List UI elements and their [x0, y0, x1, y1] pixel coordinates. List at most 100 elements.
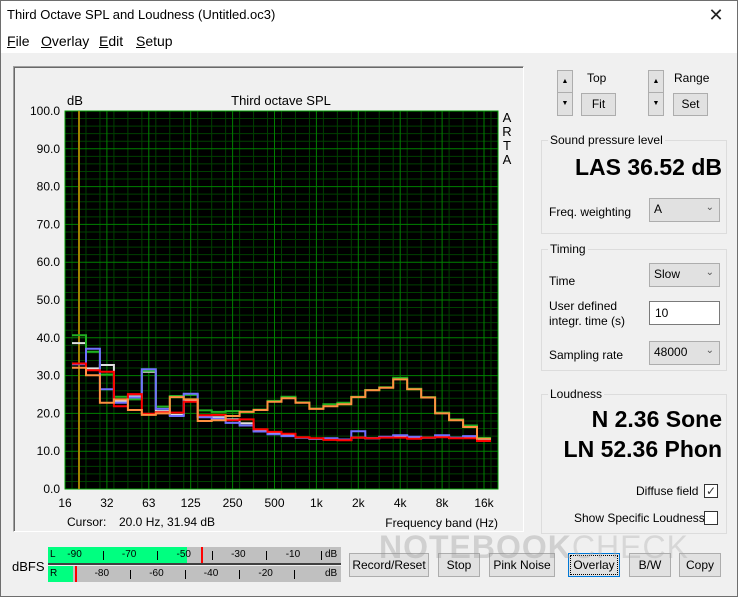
meter-peak-marker	[200, 547, 203, 563]
meter-left: L -90 -70 -50 -30 -10 dB	[48, 547, 341, 563]
timing-group-title: Timing	[548, 242, 588, 256]
meter-tick-label: -90	[67, 549, 82, 560]
record-reset-button[interactable]: Record/Reset	[349, 553, 429, 577]
arta-letter: T	[503, 138, 511, 153]
meter-tick-label: -20	[258, 568, 273, 579]
bw-button[interactable]: B/W	[629, 553, 671, 577]
time-value: Slow	[654, 267, 681, 281]
sampling-rate-value: 48000	[654, 345, 688, 359]
y-tick-label: 60.0	[37, 255, 61, 269]
top-label: Top	[587, 71, 607, 85]
range-down-icon[interactable]: ▼	[649, 93, 663, 115]
cursor-value: 20.0 Hz, 31.94 dB	[119, 515, 215, 529]
stop-button[interactable]: Stop	[438, 553, 480, 577]
time-select[interactable]: Slow ⌄	[649, 263, 720, 287]
show-specific-loudness-checkbox[interactable]	[704, 511, 718, 525]
y-tick-label: 80.0	[37, 180, 61, 194]
loudness-phon: LN 52.36 Phon	[563, 436, 722, 462]
cursor-label: Cursor:	[67, 515, 106, 529]
x-tick-label: 4k	[394, 496, 408, 510]
meter-tick	[266, 551, 268, 560]
meter-tick-label: -30	[231, 549, 246, 560]
x-tick-label: 2k	[352, 496, 366, 510]
chart-title: Third octave SPL	[231, 93, 331, 108]
meter-channel-label: L	[50, 549, 56, 560]
user-time-label-1: User defined	[549, 299, 618, 313]
x-axis-label: Frequency band (Hz)	[385, 516, 498, 530]
spl-group-title: Sound pressure level	[548, 133, 665, 147]
fit-button[interactable]: Fit	[581, 93, 616, 116]
x-tick-label: 250	[223, 496, 243, 510]
sampling-rate-select[interactable]: 48000 ⌄	[649, 341, 720, 365]
user-time-label-2: integr. time (s)	[549, 314, 626, 328]
meter-tick-label: -60	[149, 568, 164, 579]
chevron-down-icon: ⌄	[705, 345, 714, 356]
y-tick-label: 70.0	[37, 217, 61, 231]
y-tick-label: 90.0	[37, 142, 61, 156]
meter-unit-label: dB	[325, 568, 338, 579]
loudness-group-title: Loudness	[548, 387, 605, 401]
meter-divider	[48, 563, 341, 565]
top-down-icon[interactable]: ▼	[558, 93, 572, 115]
meter-tick	[184, 570, 186, 579]
meter-tick-label: -50	[176, 549, 191, 560]
meter-tick-label: -40	[203, 568, 219, 579]
meter-tick-label: -70	[121, 549, 137, 560]
x-tick-label: 16	[58, 496, 72, 510]
dbfs-label: dBFS	[12, 559, 45, 574]
meter-peak-marker	[75, 566, 78, 582]
x-tick-label: 125	[181, 496, 201, 510]
arta-letter: A	[503, 110, 512, 125]
freq-weighting-select[interactable]: A ⌄	[649, 198, 720, 222]
y-tick-label: 0.0	[43, 482, 60, 496]
meter-channel-label: R	[50, 568, 58, 579]
meter-tick	[293, 570, 295, 579]
meter-tick	[157, 551, 159, 560]
range-spinner[interactable]: ▲ ▼	[648, 70, 664, 116]
chevron-down-icon: ⌄	[705, 267, 714, 278]
time-label: Time	[549, 274, 576, 288]
show-specific-loudness-label: Show Specific Loudness	[574, 511, 705, 525]
spl-value: LAS 36.52 dB	[575, 154, 722, 180]
meter-tick-label: -10	[285, 549, 301, 560]
meter-tick	[211, 551, 213, 560]
x-tick-label: 16k	[474, 496, 494, 510]
y-tick-label: 50.0	[37, 293, 61, 307]
set-button[interactable]: Set	[673, 93, 708, 116]
y-tick-label: 10.0	[37, 444, 61, 458]
x-tick-label: 32	[100, 496, 114, 510]
app-window: Third Octave SPL and Loudness (Untitled.…	[0, 0, 738, 597]
x-tick-label: 1k	[310, 496, 324, 510]
x-tick-label: 63	[142, 496, 156, 510]
meter-right: R -80 -60 -40 -20 dB	[48, 566, 341, 582]
top-up-icon[interactable]: ▲	[558, 71, 572, 93]
y-tick-label: 40.0	[37, 331, 61, 345]
range-up-icon[interactable]: ▲	[649, 71, 663, 93]
y-tick-label: 30.0	[37, 369, 61, 383]
top-spinner[interactable]: ▲ ▼	[557, 70, 573, 116]
overlay-button[interactable]: Overlay	[568, 553, 620, 577]
freq-weighting-value: A	[654, 202, 663, 216]
meter-tick-label: -80	[94, 568, 110, 579]
pink-noise-button[interactable]: Pink Noise	[489, 553, 555, 577]
arta-letter: R	[502, 124, 511, 139]
arta-letter: A	[503, 152, 512, 167]
freq-weighting-label: Freq. weighting	[549, 205, 632, 219]
y-axis-label: dB	[67, 93, 83, 108]
meter-tick	[129, 570, 131, 579]
x-tick-label: 8k	[436, 496, 450, 510]
user-time-input[interactable]: 10	[649, 301, 720, 325]
diffuse-field-checkbox[interactable]: ✓	[704, 484, 718, 498]
x-tick-label: 500	[264, 496, 284, 510]
meter-unit-label: dB	[325, 549, 338, 560]
meter-tick	[102, 551, 104, 560]
loudness-sone: N 2.36 Sone	[591, 406, 722, 432]
y-tick-label: 100.0	[30, 104, 60, 118]
copy-button[interactable]: Copy	[679, 553, 721, 577]
meter-tick	[239, 570, 241, 579]
diffuse-field-label: Diffuse field	[636, 484, 699, 498]
chevron-down-icon: ⌄	[705, 202, 714, 213]
sampling-rate-label: Sampling rate	[549, 348, 624, 362]
range-label: Range	[674, 71, 710, 85]
meter-tick	[321, 551, 322, 560]
